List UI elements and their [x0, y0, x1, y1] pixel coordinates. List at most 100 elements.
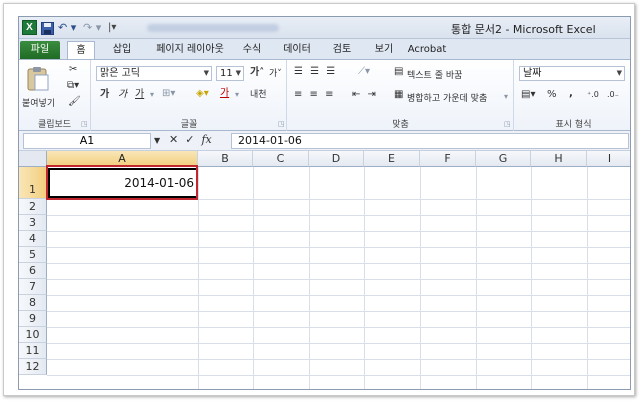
- customize-qat-icon[interactable]: |▾: [108, 20, 120, 35]
- cut-icon[interactable]: ✂: [69, 64, 77, 76]
- fill-color-icon[interactable]: ◈▾: [196, 88, 209, 100]
- dialog-launcher-icon[interactable]: ◳: [81, 118, 88, 130]
- comma-button[interactable]: ,: [569, 88, 573, 100]
- row-header-12[interactable]: 12: [19, 359, 47, 375]
- number-format-combo[interactable]: 날짜 ▼: [519, 66, 625, 81]
- indent-icons[interactable]: ⇤ ⇥: [352, 89, 378, 101]
- title-bar: X ↶ ▾ ↷ ▾ |▾ 통합 문서2 - Microsoft Excel: [19, 17, 630, 39]
- bold-button[interactable]: 가: [100, 89, 109, 101]
- insert-function-icon[interactable]: fx: [201, 133, 211, 146]
- column-header-h[interactable]: H: [531, 151, 587, 167]
- column-header-a[interactable]: A: [47, 151, 198, 167]
- tab-formulas[interactable]: 수식: [237, 41, 267, 59]
- wrap-text-icon[interactable]: ▤: [394, 66, 403, 78]
- formula-input[interactable]: 2014-01-06: [231, 133, 629, 149]
- save-icon[interactable]: [41, 20, 54, 35]
- excel-app-icon[interactable]: X: [22, 20, 37, 35]
- group-number: 날짜 ▼ ▤▾ % , ⁺.0 .0₋ 표시 형식: [515, 60, 630, 132]
- orientation-icon[interactable]: ⟋▾: [358, 66, 370, 78]
- excel-window: X ↶ ▾ ↷ ▾ |▾ 통합 문서2 - Microsoft Excel 파일…: [18, 16, 631, 390]
- tab-review[interactable]: 검토: [327, 41, 357, 59]
- row-header-1[interactable]: 1: [19, 167, 47, 199]
- grid-line: [47, 327, 630, 328]
- italic-button[interactable]: 가: [118, 89, 127, 101]
- column-header-f[interactable]: F: [420, 151, 476, 167]
- grid-line: [47, 263, 630, 264]
- grid-line: [47, 215, 630, 216]
- undo-icon[interactable]: ↶ ▾: [58, 20, 80, 35]
- percent-button[interactable]: %: [547, 89, 557, 101]
- merge-center-button[interactable]: 병합하고 가운데 맞춤: [407, 91, 487, 104]
- chevron-down-icon[interactable]: ▾: [235, 89, 239, 101]
- row-header-3[interactable]: 3: [19, 215, 47, 231]
- select-all-button[interactable]: [19, 151, 47, 167]
- chevron-down-icon: ▼: [203, 69, 209, 77]
- font-size-value: 11: [220, 68, 233, 79]
- row-header-5[interactable]: 5: [19, 247, 47, 263]
- column-header-g[interactable]: G: [476, 151, 531, 167]
- horizontal-align-icons[interactable]: ≡ ≡ ≡: [294, 89, 336, 101]
- copy-icon[interactable]: ⧉▾: [67, 80, 79, 92]
- column-header-d[interactable]: D: [309, 151, 364, 167]
- cancel-icon[interactable]: ✕: [169, 133, 178, 146]
- tab-acrobat[interactable]: Acrobat: [405, 41, 449, 59]
- shrink-font-button[interactable]: 가˅: [269, 68, 282, 80]
- enter-icon[interactable]: ✓: [185, 133, 194, 146]
- column-header-e[interactable]: E: [364, 151, 420, 167]
- chevron-down-icon[interactable]: ▾: [504, 91, 508, 103]
- tab-home[interactable]: 홈: [67, 41, 95, 60]
- merge-center-icon[interactable]: ▦: [394, 89, 403, 101]
- redo-icon[interactable]: ↷ ▾: [83, 20, 105, 35]
- shrink-font-label: 가: [269, 69, 278, 79]
- underline-button[interactable]: 가: [135, 89, 144, 101]
- grow-font-button[interactable]: 가˄: [250, 67, 264, 79]
- screenshot-frame: X ↶ ▾ ↷ ▾ |▾ 통합 문서2 - Microsoft Excel 파일…: [3, 3, 635, 396]
- column-header-b[interactable]: B: [198, 151, 253, 167]
- tab-data[interactable]: 데이터: [279, 41, 315, 59]
- formula-bar: A1 ▼ ✕ ✓ fx 2014-01-06: [19, 131, 630, 151]
- chevron-down-icon: ▼: [616, 69, 622, 77]
- column-header-i[interactable]: I: [587, 151, 630, 167]
- row-header-11[interactable]: 11: [19, 343, 47, 359]
- grid-line: [47, 295, 630, 296]
- group-label-alignment: 맞춤: [392, 120, 409, 130]
- group-alignment: ☰ ☰ ☰ ⟋▾ ≡ ≡ ≡ ⇤ ⇥ ▤ 텍스트 줄 바꿈 ▦ 병합하고 가운데…: [288, 60, 514, 132]
- tab-page-layout[interactable]: 페이지 레이아웃: [147, 41, 233, 59]
- grow-font-label: 가: [250, 67, 260, 78]
- number-format-value: 날짜: [523, 68, 542, 79]
- row-header-10[interactable]: 10: [19, 327, 47, 343]
- phonetic-button[interactable]: 내천: [250, 89, 267, 101]
- cell-a1[interactable]: 2014-01-06: [48, 168, 198, 198]
- row-header-9[interactable]: 9: [19, 311, 47, 327]
- tab-insert[interactable]: 삽입: [107, 41, 137, 59]
- chevron-down-icon[interactable]: ▾: [150, 89, 154, 101]
- column-header-c[interactable]: C: [253, 151, 309, 167]
- font-size-combo[interactable]: 11 ▼: [216, 66, 244, 81]
- decrease-decimal-icon[interactable]: .0₋: [607, 89, 619, 101]
- increase-decimal-icon[interactable]: ⁺.0: [587, 89, 599, 101]
- paste-icon[interactable]: [25, 66, 51, 96]
- tab-view[interactable]: 보기: [369, 41, 399, 59]
- worksheet-grid[interactable]: A B C D E F G H I 1 2 3 4 5 6 7 8 9 10 1…: [19, 151, 630, 389]
- accounting-format-icon[interactable]: ▤▾: [521, 89, 535, 101]
- row-header-6[interactable]: 6: [19, 263, 47, 279]
- format-painter-icon[interactable]: 🖌: [68, 96, 81, 108]
- font-name-combo[interactable]: 맑은 고딕 ▼: [96, 66, 212, 81]
- border-icon[interactable]: ⊞▾: [162, 88, 175, 100]
- tab-file[interactable]: 파일: [20, 41, 60, 59]
- dialog-launcher-icon[interactable]: ◳: [278, 118, 285, 130]
- vertical-align-icons[interactable]: ☰ ☰ ☰: [294, 66, 337, 78]
- row-header-7[interactable]: 7: [19, 279, 47, 295]
- row-header-2[interactable]: 2: [19, 199, 47, 215]
- name-box[interactable]: A1: [23, 133, 151, 149]
- formula-buttons: ✕ ✓ fx: [169, 133, 212, 146]
- wrap-text-button[interactable]: 텍스트 줄 바꿈: [407, 68, 462, 81]
- grid-line: [47, 375, 630, 376]
- dialog-launcher-icon[interactable]: ◳: [504, 118, 511, 130]
- font-color-button[interactable]: 가: [220, 88, 229, 100]
- chevron-down-icon[interactable]: ▼: [154, 136, 160, 145]
- row-header-8[interactable]: 8: [19, 295, 47, 311]
- ribbon-tabs: 파일 홈 삽입 페이지 레이아웃 수식 데이터 검토 보기 Acrobat: [19, 39, 630, 60]
- paste-button[interactable]: 붙여넣기: [22, 96, 55, 109]
- row-header-4[interactable]: 4: [19, 231, 47, 247]
